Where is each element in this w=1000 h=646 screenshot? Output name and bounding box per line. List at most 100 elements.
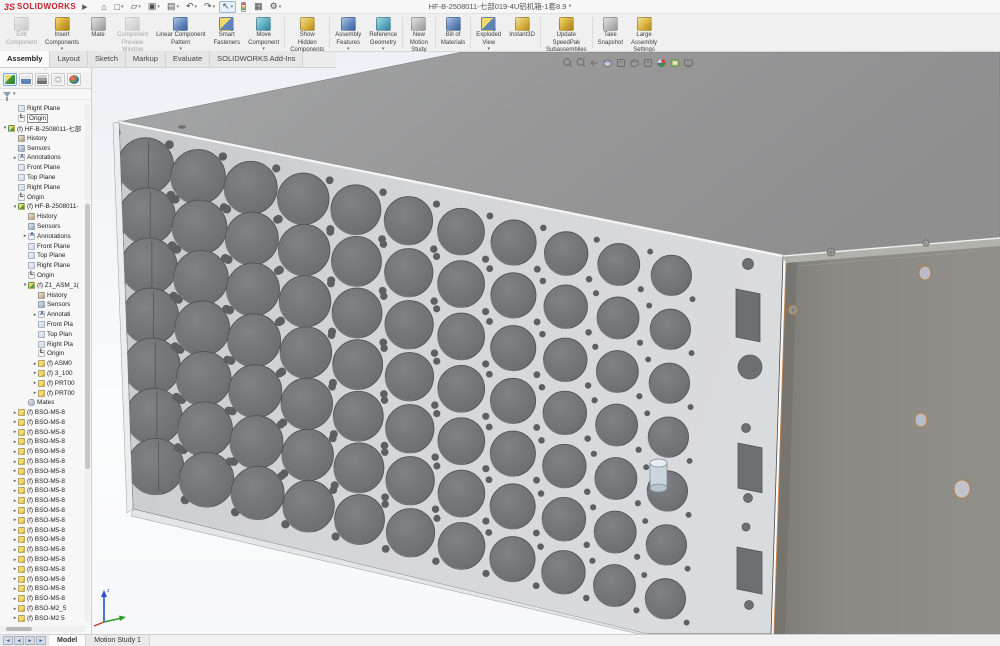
redo-icon[interactable]: ↷▾ <box>201 1 218 13</box>
file-properties-icon[interactable]: ▦ <box>251 1 266 13</box>
tree-item-top-plane[interactable]: Top Plane <box>0 251 85 261</box>
select-icon[interactable]: ↖▾ <box>219 1 236 13</box>
highlighted-component[interactable] <box>650 459 667 492</box>
tree-item--f-bso-m5-8[interactable]: ▸(f) BSO-M5-8 <box>0 476 85 486</box>
new-motion-study-button[interactable]: NewMotionStudy <box>404 14 434 51</box>
tree-item--f-bso-m5-8[interactable]: ▸(f) BSO-M5-8 <box>0 427 85 437</box>
tree-item--f-bso-m5-8[interactable]: ▸(f) BSO-M5-8 <box>0 515 85 525</box>
tree-item--f-bso-m2-5[interactable]: ▸(f) BSO-M2 5 <box>0 613 85 623</box>
undo-icon[interactable]: ↶▾ <box>183 1 200 13</box>
show-hidden-components-button[interactable]: ShowHiddenComponents <box>286 14 328 51</box>
study-nav-0[interactable]: ◄ <box>3 636 13 645</box>
tree-item-history[interactable]: History <box>0 212 85 222</box>
tree-item--f-bso-m5-8[interactable]: ▸(f) BSO-M5-8 <box>0 457 85 467</box>
featuremanager-tree-icon[interactable] <box>3 73 17 86</box>
print-icon[interactable]: ▤▾ <box>164 1 182 13</box>
tab-assembly[interactable]: Assembly <box>0 51 50 67</box>
tree-item--f-bso-m5-8[interactable]: ▸(f) BSO-M5-8 <box>0 555 85 565</box>
tree-item-front-pla[interactable]: Front Pla <box>0 320 85 330</box>
tree-item-right-pla[interactable]: Right Pla <box>0 339 85 349</box>
dimxpertmanager-icon[interactable] <box>51 73 65 86</box>
tree-vertical-scrollbar[interactable] <box>85 104 90 622</box>
tree-item--f-asm0[interactable]: ▸(f) ASM0 <box>0 359 85 369</box>
filter-funnel-icon[interactable] <box>3 92 11 97</box>
linear-component-pattern-button[interactable]: Linear ComponentPattern▾ <box>152 14 209 51</box>
filter-caret-icon[interactable]: ▾ <box>13 91 16 97</box>
tree-item-sensors[interactable]: Sensors <box>0 300 85 310</box>
save-icon[interactable]: ▣▾ <box>145 1 163 13</box>
tree-item--f-bso-m2-5[interactable]: ▸(f) BSO-M2_5 <box>0 604 85 614</box>
tree-item--f-bso-m5-8[interactable]: ▸(f) BSO-M5-8 <box>0 496 85 506</box>
new-document-icon[interactable]: □▾ <box>112 1 127 13</box>
tab-layout[interactable]: Layout <box>50 51 88 67</box>
configurationmanager-icon[interactable] <box>35 73 49 86</box>
instant3d-button[interactable]: Instant3D <box>505 14 539 51</box>
tree-item--f-prt00[interactable]: ▸(f) PRT00 <box>0 378 85 388</box>
tree-item--f-bso-m5-8[interactable]: ▸(f) BSO-M5-8 <box>0 525 85 535</box>
tree-item-annotations[interactable]: ▸Annotations <box>0 231 85 241</box>
tree-item-front-plane[interactable]: Front Plane <box>0 163 85 173</box>
reference-geometry-button[interactable]: ReferenceGeometry▾ <box>365 14 401 51</box>
tree-item--f-bso-m5-8[interactable]: ▸(f) BSO-M5-8 <box>0 545 85 555</box>
displaymanager-icon[interactable] <box>67 73 81 86</box>
options-icon[interactable]: ⚙▾ <box>267 1 285 13</box>
exploded-view-button[interactable]: ExplodedView▾ <box>472 14 505 51</box>
tree-item--f-bso-m5-8[interactable]: ▸(f) BSO-M5-8 <box>0 506 85 516</box>
tree-item-annotati[interactable]: ▸Annotati <box>0 310 85 320</box>
tree-item-top-plan[interactable]: Top Plan <box>0 329 85 339</box>
tree-item--f-bso-m5-8[interactable]: ▸(f) BSO-M5-8 <box>0 574 85 584</box>
study-nav-1[interactable]: ◄ <box>14 636 24 645</box>
rebuild-icon[interactable] <box>237 1 250 13</box>
open-icon[interactable]: ▱▾ <box>127 1 143 13</box>
bill-of-materials-button[interactable]: Bill ofMaterials <box>437 14 469 51</box>
component-preview-window-button[interactable]: ComponentPreviewWindow <box>113 14 152 51</box>
tree-item-sensors[interactable]: Sensors <box>0 143 85 153</box>
smart-fasteners-button[interactable]: SmartFasteners <box>209 14 244 51</box>
tree-item-front-plane[interactable]: Front Plane <box>0 241 85 251</box>
tree-item--f-z1-asm-1-[interactable]: ▾(f) Z1_ASM_1( <box>0 280 85 290</box>
tree-item-top-plane[interactable]: Top Plane <box>0 173 85 183</box>
tree-item--f-3-100[interactable]: ▸(f) 3_100 <box>0 369 85 379</box>
tree-item--f-bso-m5-8[interactable]: ▸(f) BSO-M5-8 <box>0 408 85 418</box>
propertymanager-icon[interactable] <box>19 73 33 86</box>
tree-item-mates[interactable]: Mates <box>0 398 85 408</box>
insert-components-button[interactable]: InsertComponents▾ <box>41 14 83 51</box>
tree-item-sensors[interactable]: Sensors <box>0 222 85 232</box>
large-assembly-settings-button[interactable]: LargeAssemblySettings <box>627 14 661 51</box>
tree-item--f-bso-m5-8[interactable]: ▸(f) BSO-M5-8 <box>0 437 85 447</box>
tree-item-origin[interactable]: Origin <box>0 114 85 124</box>
tree-item-right-plane[interactable]: Right Plane <box>0 104 85 114</box>
tab-sketch[interactable]: Sketch <box>88 51 126 67</box>
tree-item-right-plane[interactable]: Right Plane <box>0 261 85 271</box>
tree-item-origin[interactable]: Origin <box>0 271 85 281</box>
tree-item-history[interactable]: History <box>0 290 85 300</box>
tab-motion-study-1[interactable]: Motion Study 1 <box>86 635 150 646</box>
graphics-area[interactable]: z <box>92 52 1000 634</box>
take-snapshot-button[interactable]: TakeSnapshot <box>594 14 627 51</box>
update-speedpak-subassemblies-button[interactable]: UpdateSpeedPakSubassemblies <box>542 14 591 51</box>
tree-item--f-hf-b-2508011-[interactable]: ▾(f) HF-B-2508011-七部 <box>0 124 85 134</box>
tree-item--f-hf-b-2508011-[interactable]: ▾(f) HF-B-2508011- <box>0 202 85 212</box>
mate-button[interactable]: Mate <box>83 14 113 51</box>
tab-markup[interactable]: Markup <box>126 51 166 67</box>
model-right-face[interactable] <box>774 246 1000 634</box>
tree-horizontal-scrollbar[interactable] <box>0 626 85 632</box>
tree-item--f-bso-m5-8[interactable]: ▸(f) BSO-M5-8 <box>0 564 85 574</box>
tab-solidworks-add-ins[interactable]: SOLIDWORKS Add-Ins <box>210 51 303 67</box>
assembly-features-button[interactable]: AssemblyFeatures▾ <box>331 14 365 51</box>
tree-item-right-plane[interactable]: Right Plane <box>0 182 85 192</box>
tree-item--f-bso-m5-8[interactable]: ▸(f) BSO-M5-8 <box>0 466 85 476</box>
tree-item-origin[interactable]: Origin <box>0 349 85 359</box>
tree-item--f-bso-m5-8[interactable]: ▸(f) BSO-M5-8 <box>0 447 85 457</box>
tab-model[interactable]: Model <box>49 635 86 646</box>
tree-item-history[interactable]: History <box>0 133 85 143</box>
edit-component-button[interactable]: EditComponent <box>2 14 41 51</box>
study-nav-3[interactable]: ► <box>36 636 46 645</box>
tree-item--f-bso-m5-8[interactable]: ▸(f) BSO-M5-8 <box>0 486 85 496</box>
tree-item--f-prt00[interactable]: ▸(f) PRT00 <box>0 388 85 398</box>
tree-item-origin[interactable]: Origin <box>0 192 85 202</box>
tree-item--f-bso-m5-8[interactable]: ▸(f) BSO-M5-8 <box>0 594 85 604</box>
tree-item-annotations[interactable]: ▸Annotations <box>0 153 85 163</box>
study-nav-2[interactable]: ► <box>25 636 35 645</box>
tree-item--f-bso-m5-8[interactable]: ▸(f) BSO-M5-8 <box>0 584 85 594</box>
